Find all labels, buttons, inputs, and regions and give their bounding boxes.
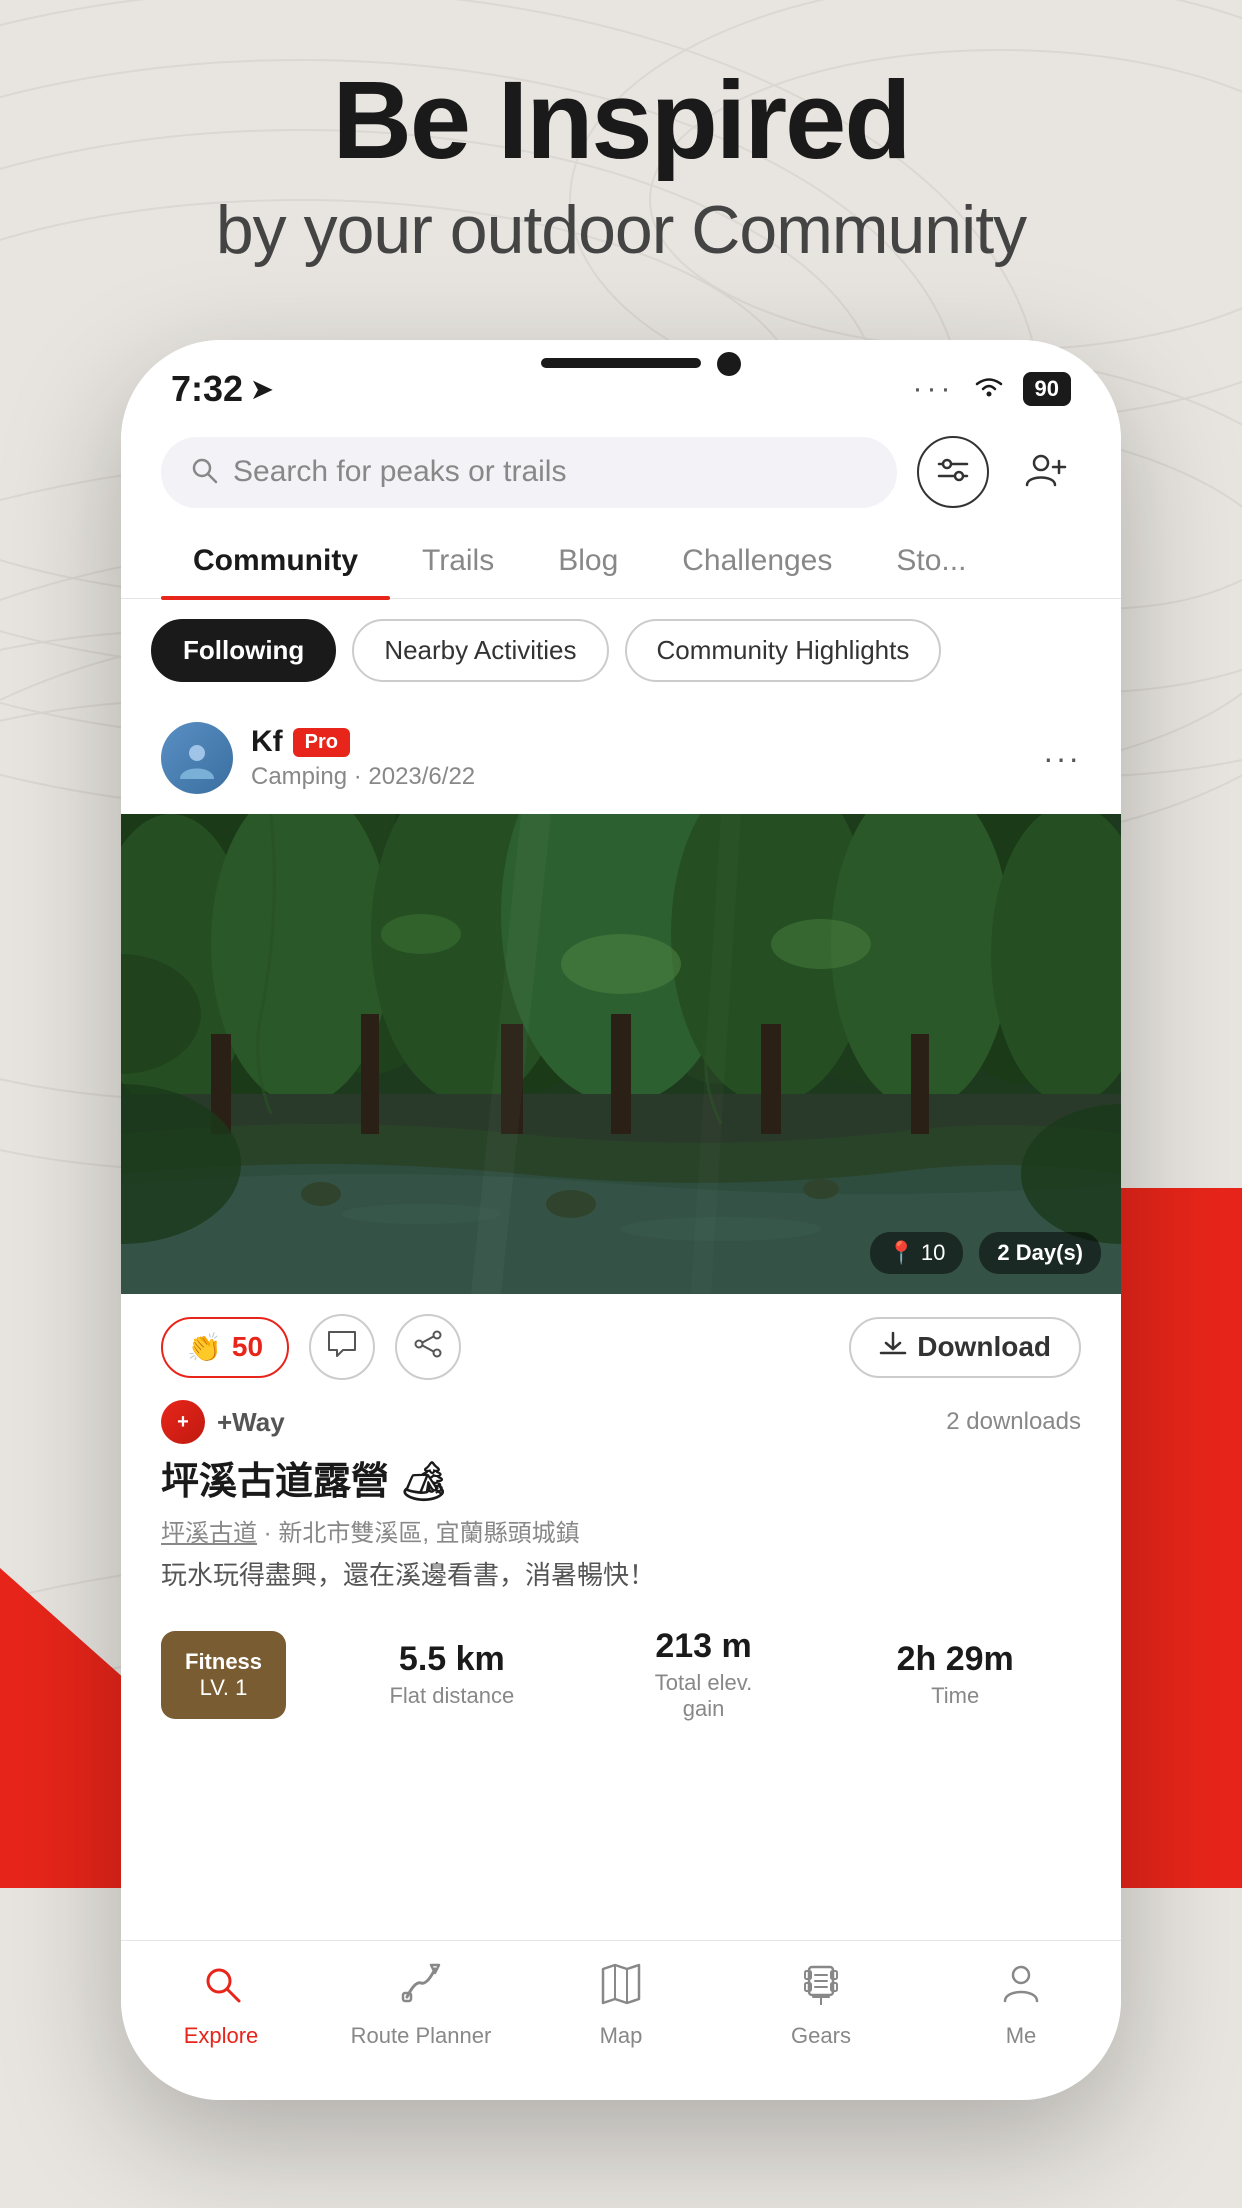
downloads-count: 2 downloads	[946, 1408, 1081, 1436]
sub-tabs: Following Nearby Activities Community Hi…	[121, 599, 1121, 702]
post-title: 坪溪古道露營 🏕	[121, 1454, 1121, 1513]
nav-item-map[interactable]: Map	[521, 1961, 721, 2049]
phone-notch	[471, 340, 771, 390]
post-description: 玩水玩得盡興，還在溪邊看書，消暑暢快！	[121, 1556, 1121, 1611]
wifi-icon	[971, 372, 1007, 406]
download-label: Download	[917, 1331, 1051, 1363]
download-icon	[879, 1331, 907, 1364]
waypoint-name: +Way	[217, 1407, 285, 1438]
waypoint-avatar: +	[161, 1400, 205, 1444]
pro-badge: Pro	[293, 728, 350, 757]
post-more-button[interactable]: ···	[1043, 740, 1081, 777]
nav-label-route: Route Planner	[351, 2023, 492, 2049]
filter-button[interactable]	[917, 436, 989, 508]
stat-time: 2h 29m Time	[829, 1640, 1081, 1709]
nav-item-route[interactable]: Route Planner	[321, 1961, 521, 2049]
sub-tab-following[interactable]: Following	[151, 619, 336, 682]
tab-trails[interactable]: Trails	[390, 524, 526, 598]
explore-icon	[199, 1961, 243, 2015]
pin-icon: 📍	[888, 1240, 915, 1266]
nav-item-gears[interactable]: Gears	[721, 1961, 921, 2049]
action-bar: 👏 50	[121, 1294, 1121, 1400]
nav-label-explore: Explore	[184, 2023, 259, 2049]
post-image-badges: 📍 10 2 Day(s)	[870, 1232, 1101, 1274]
gears-icon	[799, 1961, 843, 2015]
day-badge: 2 Day(s)	[979, 1232, 1101, 1274]
battery-indicator: 90	[1023, 372, 1071, 406]
avatar-image	[161, 722, 233, 794]
location-arrow-icon: ➤	[251, 374, 273, 405]
share-icon	[413, 1330, 443, 1365]
signal-dots: ···	[913, 372, 955, 406]
me-icon	[999, 1961, 1043, 2015]
comment-button[interactable]	[309, 1314, 375, 1380]
post-image: 📍 10 2 Day(s)	[121, 814, 1121, 1294]
post-card: Kf Pro Camping · 2023/6/22 ···	[121, 702, 1121, 1748]
add-user-icon	[1023, 451, 1067, 494]
stat-elevation: 213 m Total elev. gain	[578, 1627, 830, 1722]
sub-tab-highlights[interactable]: Community Highlights	[625, 619, 942, 682]
hero-title: Be Inspired	[0, 60, 1242, 181]
tab-challenges[interactable]: Challenges	[650, 524, 864, 598]
clap-button[interactable]: 👏 50	[161, 1317, 289, 1378]
hero-subtitle: by your outdoor Community	[0, 191, 1242, 269]
post-user-info: Kf Pro Camping · 2023/6/22	[161, 722, 475, 794]
location-badge: 📍 10	[870, 1232, 964, 1274]
post-user-details: Kf Pro Camping · 2023/6/22	[251, 725, 475, 791]
status-time: 7:32 ➤	[171, 368, 273, 410]
notch-bar	[541, 358, 701, 368]
post-username: Kf Pro	[251, 725, 475, 759]
add-user-button[interactable]	[1009, 436, 1081, 508]
waypoint-user: + +Way	[161, 1400, 285, 1444]
tab-blog[interactable]: Blog	[526, 524, 650, 598]
tab-store[interactable]: Sto...	[864, 524, 998, 598]
bottom-nav: Explore Route Planner Map	[121, 1940, 1121, 2100]
clap-count: 50	[232, 1331, 263, 1363]
notch-camera	[717, 352, 741, 376]
nav-label-map: Map	[600, 2023, 643, 2049]
search-area: Search for peaks or trails	[121, 420, 1121, 524]
route-icon	[399, 1961, 443, 2015]
nav-item-me[interactable]: Me	[921, 1961, 1121, 2049]
nav-label-me: Me	[1006, 2023, 1037, 2049]
action-left: 👏 50	[161, 1314, 829, 1380]
stat-distance: 5.5 km Flat distance	[326, 1640, 578, 1709]
sub-tab-nearby[interactable]: Nearby Activities	[352, 619, 608, 682]
post-location: 坪溪古道 · 新北市雙溪區, 宜蘭縣頭城鎮	[121, 1513, 1121, 1556]
search-placeholder-text: Search for peaks or trails	[233, 455, 566, 489]
map-icon	[599, 1961, 643, 2015]
status-right: ··· 90	[913, 372, 1071, 406]
nav-label-gears: Gears	[791, 2023, 851, 2049]
post-header: Kf Pro Camping · 2023/6/22 ···	[121, 702, 1121, 814]
hero-section: Be Inspired by your outdoor Community	[0, 60, 1242, 269]
nav-tabs: Community Trails Blog Challenges Sto...	[121, 524, 1121, 599]
location-area: 新北市雙溪區, 宜蘭縣頭城鎮	[278, 1520, 579, 1547]
stats-bar: Fitness LV. 1 5.5 km Flat distance 213 m…	[121, 1611, 1121, 1738]
location-trail-link[interactable]: 坪溪古道	[161, 1520, 257, 1547]
search-icon	[189, 455, 219, 490]
comment-icon	[327, 1330, 357, 1365]
tab-community[interactable]: Community	[161, 524, 390, 598]
post-meta: Camping · 2023/6/22	[251, 763, 475, 791]
download-button[interactable]: Download	[849, 1317, 1081, 1378]
avatar	[161, 722, 233, 794]
share-button[interactable]	[395, 1314, 461, 1380]
search-box[interactable]: Search for peaks or trails	[161, 437, 897, 508]
clap-icon: 👏	[187, 1331, 222, 1364]
phone-frame: 7:32 ➤ ··· 90 Se	[121, 340, 1121, 2100]
nav-item-explore[interactable]: Explore	[121, 1961, 321, 2049]
filter-icon	[937, 456, 969, 489]
fitness-badge: Fitness LV. 1	[161, 1631, 286, 1719]
